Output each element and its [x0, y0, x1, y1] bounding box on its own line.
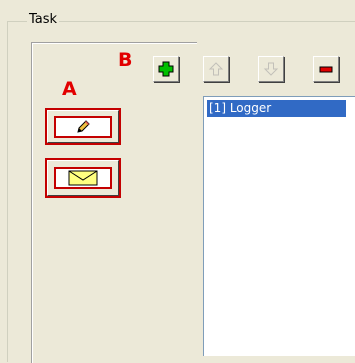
annotation-marker-b: B [118, 49, 133, 71]
task-group-title: Task [27, 12, 60, 28]
plus-icon [158, 61, 174, 77]
arrow-up-icon [208, 62, 224, 76]
move-up-button[interactable] [203, 56, 229, 82]
logger-task-button[interactable] [45, 108, 121, 145]
minus-icon [319, 66, 333, 73]
remove-task-button[interactable] [313, 56, 339, 82]
pencil-icon [77, 119, 90, 133]
task-listbox[interactable]: [1] Logger [203, 96, 355, 356]
mail-task-button[interactable] [45, 158, 121, 198]
list-item[interactable]: [1] Logger [207, 100, 346, 117]
envelope-icon [68, 170, 98, 186]
move-down-button[interactable] [258, 56, 284, 82]
arrow-down-icon [263, 62, 279, 76]
task-type-panel [31, 42, 197, 363]
add-task-button[interactable] [153, 56, 179, 82]
annotation-marker-a: A [62, 78, 77, 100]
